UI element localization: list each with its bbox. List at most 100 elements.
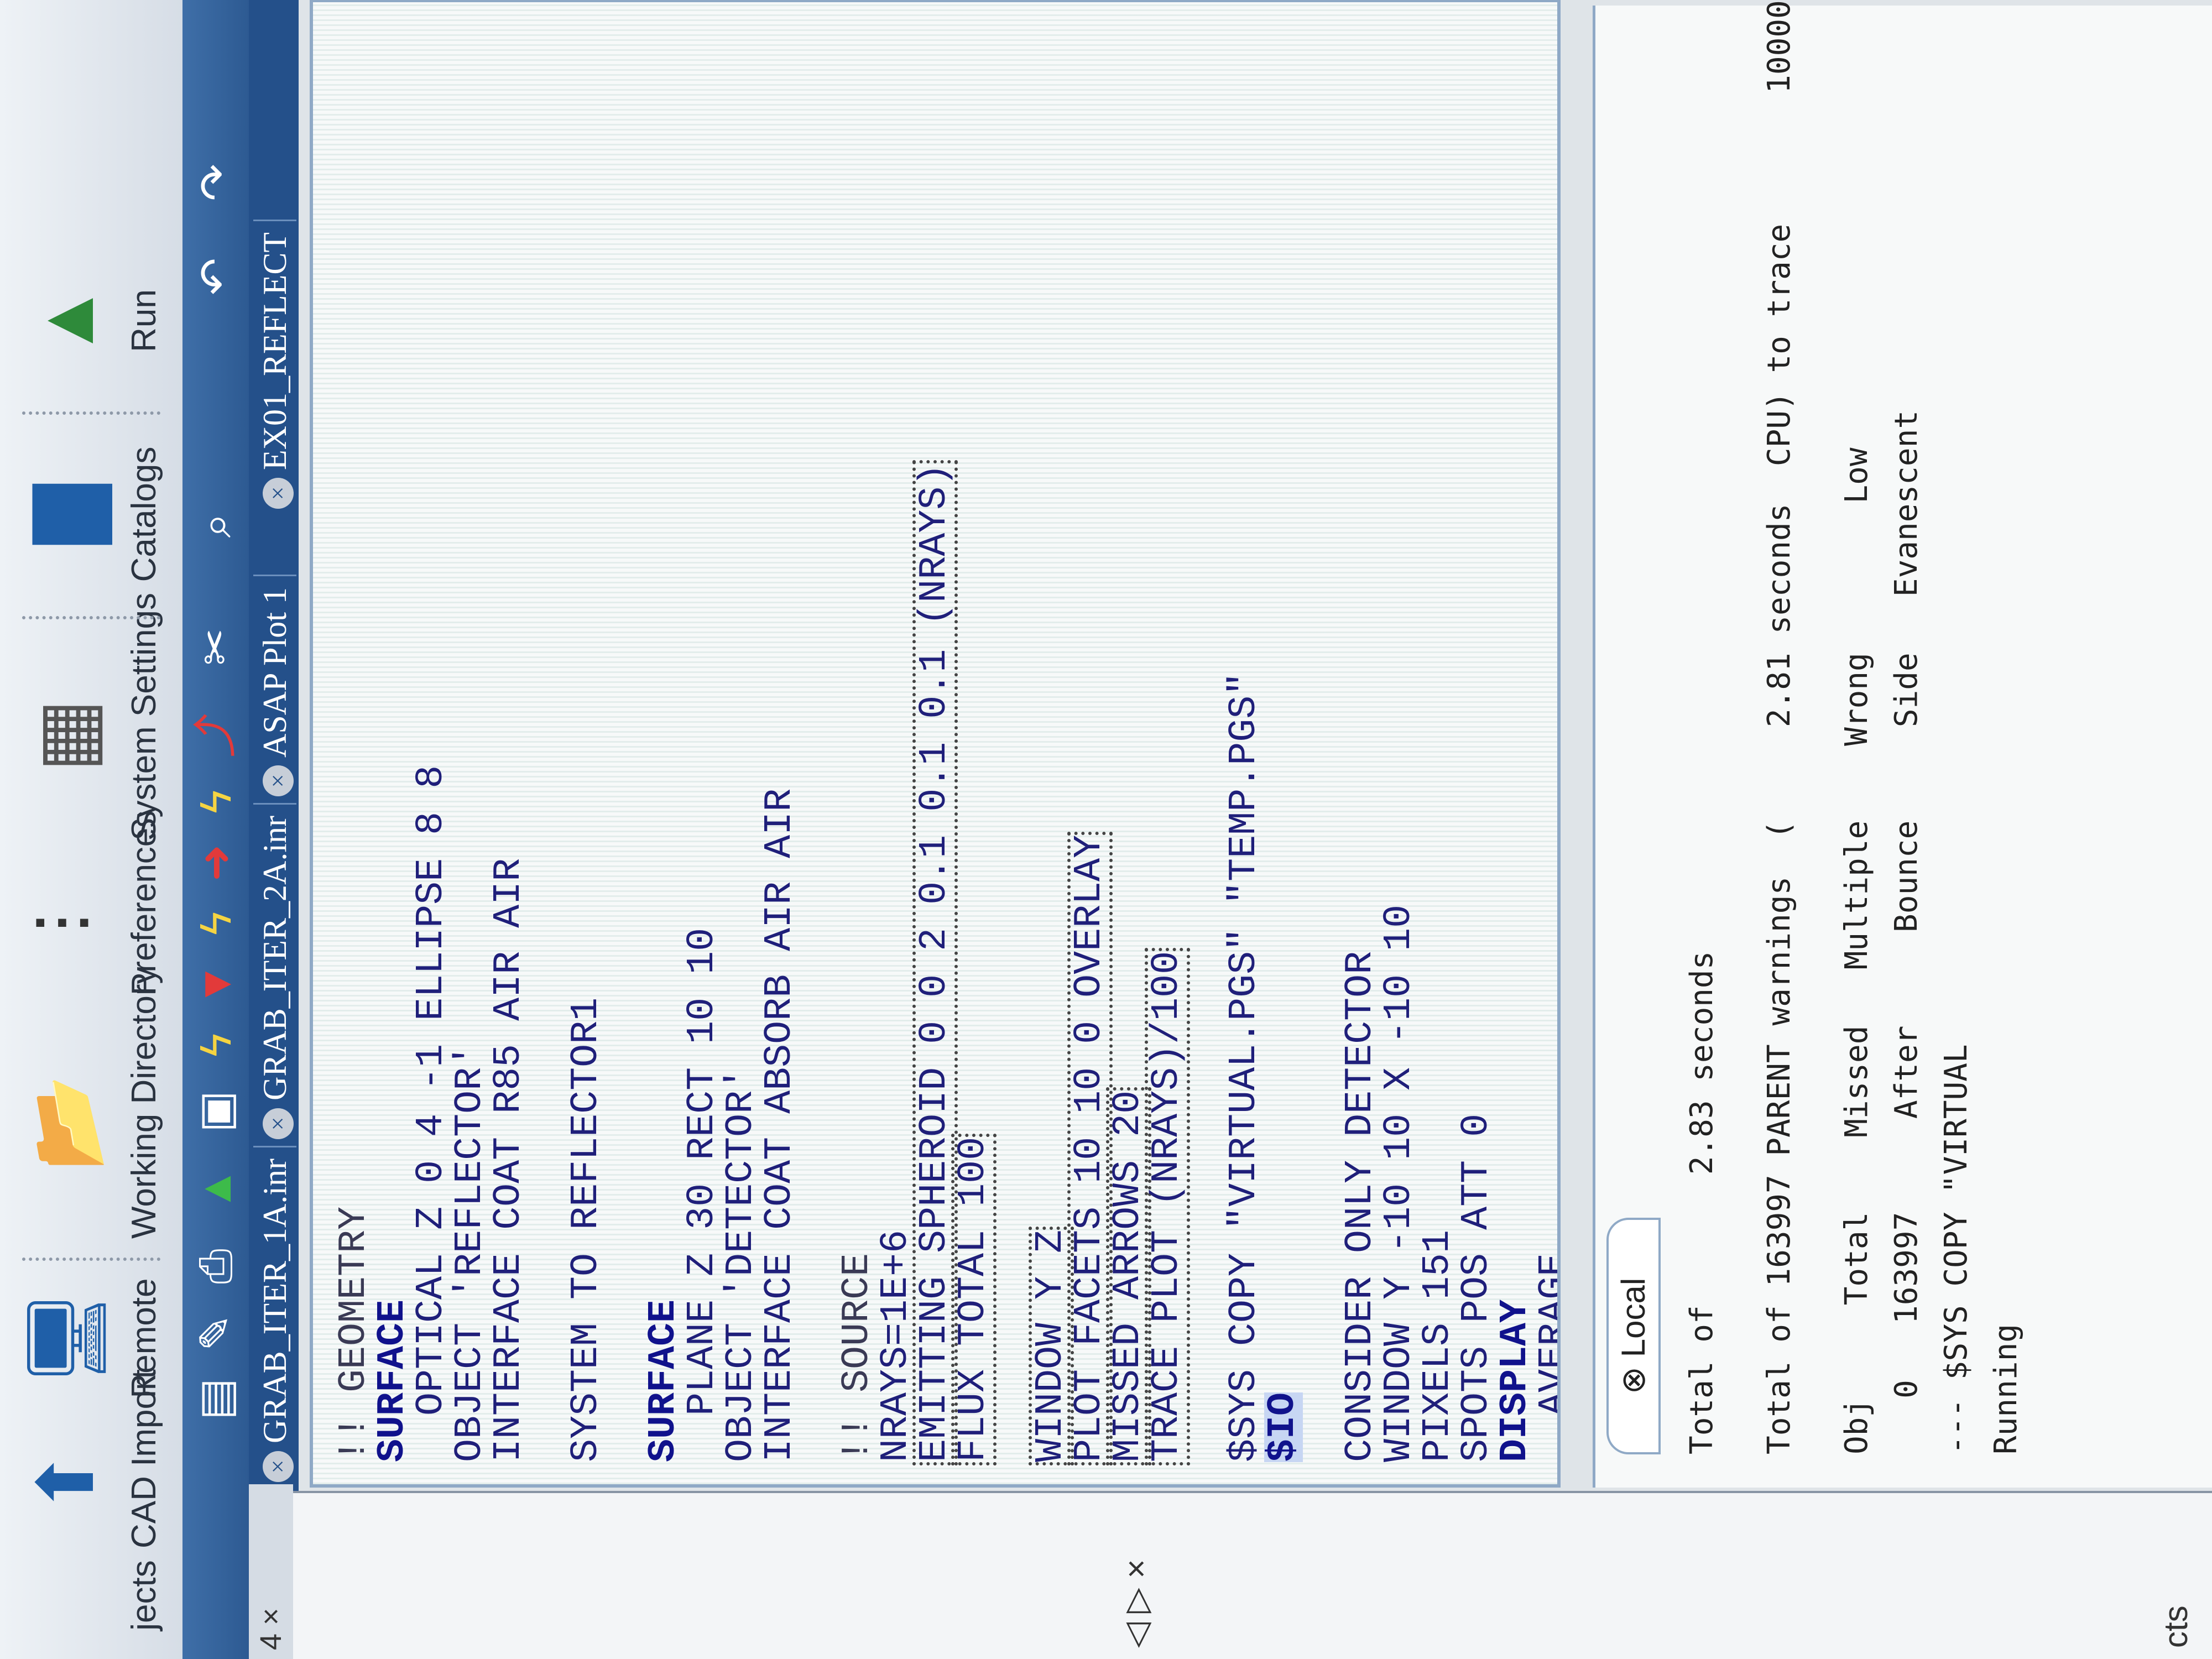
code-line[interactable]: !! GEOMETRY <box>332 1207 376 1462</box>
asap-window: jects ⬆ CAD Import 🖥 Remote 📂 Working Di… <box>0 0 2212 1659</box>
scissors-icon[interactable]: ✂ <box>188 619 243 675</box>
tab-asap-plot-1[interactable]: × ASAP Plot 1 <box>253 575 296 807</box>
close-icon[interactable]: × <box>263 1451 294 1482</box>
folder-icon: 📂 <box>23 1074 109 1171</box>
ribbon-working-directory[interactable]: 📂 Working Directory <box>11 967 171 1239</box>
output-line: --- $SYS COPY "VIRTUAL <box>1938 1044 1974 1454</box>
step-icon[interactable]: ⤴ <box>188 708 243 763</box>
book-icon: ▇ <box>23 484 109 544</box>
ribbon-run[interactable]: ▲ Run <box>11 249 171 393</box>
run-icon: ▲ <box>23 282 109 359</box>
code-line[interactable]: $IO <box>1261 1392 1305 1462</box>
left-panel: 4 × ◁ ▷ × cts <box>249 1484 2212 1659</box>
redo-icon[interactable]: ↷ <box>188 155 243 210</box>
arrow-right-icon[interactable]: ➜ <box>188 835 243 890</box>
script-editor[interactable]: !! GEOMETRY SURFACE OPTICAL Z 0 4 -1 ELLI… <box>310 0 1561 1488</box>
output-line: Running <box>1988 1323 2024 1454</box>
arrow-down-icon[interactable]: ▼ <box>188 957 243 1012</box>
code-line[interactable]: PLANE Z 30 RECT 10 10 <box>681 928 724 1462</box>
screen: jects ⬆ CAD Import 🖥 Remote 📂 Working Di… <box>0 0 2212 1659</box>
code-line[interactable]: OBJECT 'DETECTOR' <box>719 1067 763 1462</box>
new-file-icon[interactable]: ▤ <box>188 1371 243 1427</box>
left-panel-tab-label[interactable]: cts <box>2157 1605 2195 1648</box>
ribbon-separator <box>22 616 160 619</box>
code-line[interactable]: DISPLAY <box>1494 1300 1537 1462</box>
ribbon-cad-import-label: CAD Import <box>125 1369 163 1548</box>
pin-icon[interactable]: 4 × <box>254 1608 288 1650</box>
close-icon[interactable]: ⊗ <box>1615 1357 1652 1394</box>
code-line[interactable]: WINDOW Y -10 10 X -10 10 <box>1378 905 1421 1462</box>
sliders-icon: ⫶ <box>23 914 109 933</box>
tab-label: GRAB_ITER_2A.inr <box>257 816 293 1100</box>
lightning-icon[interactable]: ϟ <box>188 774 243 830</box>
code-line[interactable]: FLUX TOTAL 100 <box>952 1109 995 1488</box>
lightning-icon[interactable]: ϟ <box>188 1018 243 1073</box>
close-icon[interactable]: × <box>263 765 294 796</box>
lightning-icon[interactable]: ϟ <box>188 896 243 951</box>
code-line[interactable]: SYSTEM TO REFLECTOR1 <box>565 998 608 1462</box>
computer-icon: 🖥 <box>23 1289 109 1387</box>
code-line[interactable]: $SYS COPY "VIRTUAL.PGS" "TEMP.PGS" <box>1223 672 1266 1462</box>
output-tab-label: Local <box>1615 1277 1652 1358</box>
code-line[interactable]: SURFACE <box>642 1300 686 1462</box>
ribbon-catalogs-label: Catalogs <box>125 446 163 582</box>
ribbon-remote[interactable]: 🖥 Remote <box>11 1272 171 1405</box>
output-line: Total of 163997 PARENT warnings ( 2.81 s… <box>1761 0 1797 1454</box>
output-panel: ⊗ Local Total of 2.83 seconds Total of 16… <box>1593 0 2212 1488</box>
upload-icon: ⬆ <box>23 1449 109 1515</box>
ribbon-catalogs[interactable]: ▇ Catalogs <box>11 431 171 597</box>
code-line[interactable]: SURFACE <box>371 1300 415 1462</box>
edit-file-icon[interactable]: ✎ <box>188 1305 243 1360</box>
output-tab-local[interactable]: ⊗ Local <box>1606 1218 1661 1454</box>
save-icon[interactable]: ▣ <box>188 1084 243 1139</box>
undo-icon[interactable]: ↶ <box>188 249 243 304</box>
ribbon-item-projects-label: jects <box>125 1560 163 1631</box>
close-icon[interactable]: × <box>263 1108 294 1139</box>
output-line: 0 163997 After Bounce Side Evanescent <box>1888 410 1924 1454</box>
tab-ex01-reflect[interactable]: × EX01_REFLECT <box>253 220 296 520</box>
ribbon-separator <box>22 411 160 415</box>
ribbon-item-projects[interactable]: jects <box>11 1554 171 1637</box>
code-line[interactable]: OBJECT 'REFLECTOR' <box>448 1044 492 1462</box>
code-line[interactable]: INTERFACE COAT ABSORB AIR AIR <box>758 789 802 1462</box>
code-line[interactable]: MISSED ARROWS 20 <box>1107 1058 1150 1488</box>
code-line[interactable]: PLOT FACETS 10 10 0 OVERLAY <box>1068 781 1112 1488</box>
print-icon[interactable]: ⎙ <box>188 1239 243 1294</box>
ribbon-cad-import[interactable]: ⬆ CAD Import <box>11 1369 171 1548</box>
code-line[interactable]: SPOTS POS ATT 0 <box>1455 1114 1499 1462</box>
ribbon-system-settings[interactable]: ▦ System Settings <box>11 593 171 841</box>
code-line[interactable]: AVERAGE <box>1532 1253 1561 1462</box>
ribbon-run-label: Run <box>125 289 163 352</box>
code-line[interactable]: !! SOURCE <box>836 1253 879 1462</box>
left-panel-header: 4 × <box>249 1484 293 1659</box>
ribbon: jects ⬆ CAD Import 🖥 Remote 📂 Working Di… <box>0 0 184 1659</box>
ribbon-working-directory-label: Working Directory <box>125 967 163 1239</box>
tab-label: ASAP Plot 1 <box>257 587 293 758</box>
tab-grab-iter-1a[interactable]: × GRAB_ITER_1A.inr <box>253 1146 296 1493</box>
close-icon[interactable]: × <box>263 478 294 509</box>
run-script-icon[interactable]: ▲ <box>188 1161 243 1217</box>
ribbon-preferences-label: Preferences <box>125 810 163 995</box>
code-line[interactable]: INTERFACE COAT R85 AIR AIR <box>487 858 531 1462</box>
settings-icon: ▦ <box>23 698 109 773</box>
code-line[interactable]: PIXELS 151 <box>1416 1230 1460 1462</box>
output-line: Obj Total Missed Multiple Wrong Low <box>1839 447 1875 1454</box>
ribbon-remote-label: Remote <box>125 1278 163 1399</box>
ribbon-system-settings-label: System Settings <box>125 593 163 841</box>
ribbon-separator <box>22 1258 160 1261</box>
ribbon-preferences[interactable]: ⫶ Preferences <box>11 810 171 995</box>
code-line[interactable]: NRAYS=1E+6 <box>874 1230 918 1462</box>
code-line[interactable]: EMITTING SPHEROID 0 0 2 0.1 0.1 0.1 (NRA… <box>913 377 957 1488</box>
toolbar: ▤ ✎ ⎙ ▲ ▣ ϟ ▼ ϟ ➜ ϟ ⤴ ✂ ⌕ ↶ ↷ <box>182 0 249 1659</box>
code-line[interactable]: OPTICAL Z 0 4 -1 ELLIPSE 8 8 <box>410 765 453 1462</box>
code-line[interactable]: TRACE PLOT (NRAYS)/100 <box>1145 907 1189 1488</box>
tab-label: GRAB_ITER_1A.inr <box>257 1159 293 1443</box>
panel-nav-controls[interactable]: ◁ ▷ × <box>1117 1559 1156 1648</box>
document-tabs: × GRAB_ITER_1A.inr × GRAB_ITER_2A.inr × ASA… <box>249 0 299 1493</box>
code-line[interactable]: CONSIDER ONLY DETECTOR <box>1339 951 1383 1462</box>
tab-label: EX01_REFLECT <box>257 232 293 470</box>
output-line: Total of 2.83 seconds <box>1684 951 1720 1454</box>
code-line[interactable]: WINDOW Y Z <box>1029 1209 1073 1483</box>
tab-grab-iter-2a[interactable]: × GRAB_ITER_2A.inr <box>253 803 296 1150</box>
find-icon[interactable]: ⌕ <box>188 498 243 553</box>
